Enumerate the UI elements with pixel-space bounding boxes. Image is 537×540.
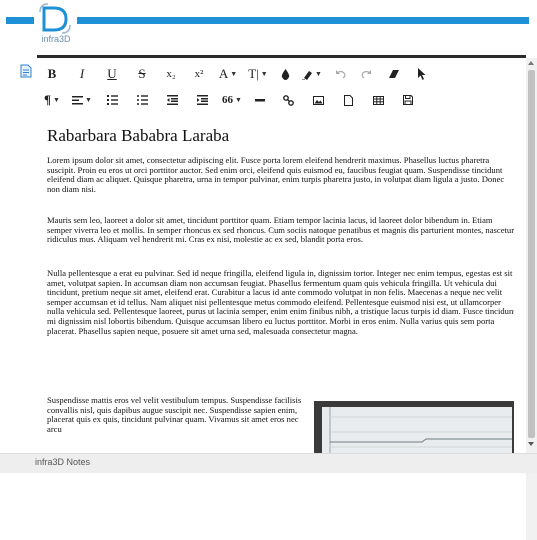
cursor-icon xyxy=(417,68,426,80)
undo-icon xyxy=(335,69,346,79)
outdent-button[interactable] xyxy=(157,89,187,111)
document-paragraph-1: Lorem ipsum dolor sit amet, consectetur … xyxy=(47,155,505,194)
editor-toolbar: B I U S x₂ x² A ▼ T| ▼ ▼ ¶ ▼ ▼ 66 ▼ xyxy=(37,58,526,116)
redo-button[interactable] xyxy=(353,63,379,85)
undo-button[interactable] xyxy=(327,63,353,85)
app-header: infra3D xyxy=(0,0,537,50)
indent-button[interactable] xyxy=(187,89,217,111)
table-button[interactable] xyxy=(363,89,393,111)
text-color-button[interactable] xyxy=(273,63,297,85)
eraser-icon xyxy=(388,69,400,79)
outdent-icon xyxy=(166,95,178,105)
paragraph-button[interactable]: ¶ ▼ xyxy=(37,89,67,111)
table-icon xyxy=(372,95,384,105)
align-button[interactable]: ▼ xyxy=(67,89,97,111)
superscript-button[interactable]: x² xyxy=(185,63,213,85)
marker-icon xyxy=(302,69,313,80)
unordered-list-button[interactable] xyxy=(127,89,157,111)
italic-button[interactable]: I xyxy=(67,63,97,85)
indent-icon xyxy=(196,95,208,105)
bold-button[interactable]: B xyxy=(37,63,67,85)
note-document-icon[interactable] xyxy=(20,64,34,78)
image-icon xyxy=(312,95,324,105)
scroll-up-arrow-icon[interactable] xyxy=(528,61,534,65)
file-icon xyxy=(343,94,353,106)
redo-icon xyxy=(361,69,372,79)
horizontal-rule-icon xyxy=(255,98,265,102)
clear-format-button[interactable] xyxy=(379,63,409,85)
file-button[interactable] xyxy=(333,89,363,111)
document-title: Rabarbara Bababra Laraba xyxy=(47,126,230,145)
document-editor-area[interactable]: Rabarbara Bababra Laraba Lorem ipsum dol… xyxy=(37,118,514,540)
text-format-button[interactable]: T| ▼ xyxy=(243,63,273,85)
highlight-button[interactable]: ▼ xyxy=(297,63,327,85)
subscript-button[interactable]: x₂ xyxy=(157,63,185,85)
document-paragraph-2: Mauris sem leo, laoreet a dolor sit amet… xyxy=(47,215,514,245)
save-button[interactable] xyxy=(393,89,423,111)
infra3d-logo: infra3D xyxy=(36,2,76,48)
select-button[interactable] xyxy=(409,63,433,85)
font-size-button[interactable]: A ▼ xyxy=(213,63,243,85)
link-button[interactable] xyxy=(273,89,303,111)
horizontal-rule-button[interactable] xyxy=(247,89,273,111)
ordered-list-button[interactable] xyxy=(97,89,127,111)
quote-button[interactable]: 66 ▼ xyxy=(217,89,247,111)
header-accent-bar-right xyxy=(77,17,529,24)
scroll-down-arrow-icon[interactable] xyxy=(528,442,534,446)
color-drop-icon xyxy=(281,68,290,80)
header-accent-bar-left xyxy=(6,17,34,24)
strikethrough-button[interactable]: S xyxy=(127,63,157,85)
underline-button[interactable]: U xyxy=(97,63,127,85)
document-paragraph-3: Nulla pellentesque a erat eu pulvinar. S… xyxy=(47,268,514,336)
image-button[interactable] xyxy=(303,89,333,111)
status-bar-label: infra3D Notes xyxy=(35,457,91,467)
link-icon xyxy=(282,94,294,106)
document-paragraph-4: Suspendisse mattis eros vel velit vestib… xyxy=(47,395,302,434)
embedded-image[interactable] xyxy=(314,401,514,461)
status-bar: infra3D Notes xyxy=(0,453,537,473)
toolbar-row-1: B I U S x₂ x² A ▼ T| ▼ ▼ xyxy=(37,62,433,86)
toolbar-row-2: ¶ ▼ ▼ 66 ▼ xyxy=(37,88,423,112)
floppy-icon xyxy=(403,95,413,105)
align-icon xyxy=(72,95,84,105)
unordered-list-icon xyxy=(136,95,148,105)
scrollbar-thumb[interactable] xyxy=(528,70,535,438)
logo-text: infra3D xyxy=(41,34,71,44)
ordered-list-icon xyxy=(106,95,118,105)
